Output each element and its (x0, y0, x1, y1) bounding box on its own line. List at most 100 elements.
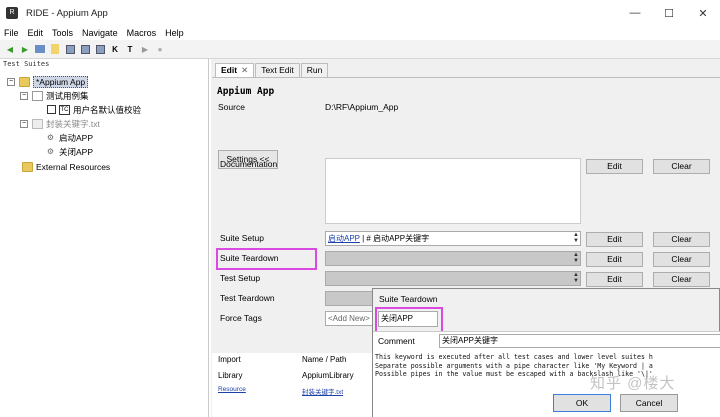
tab-text-edit[interactable]: Text Edit (255, 63, 300, 77)
suite-setup-label: Suite Setup (220, 233, 264, 243)
suite-name: Appium App (217, 86, 275, 97)
tests-t-icon[interactable]: T (124, 43, 136, 55)
spinner-icon[interactable]: ▲ ▼ (573, 232, 579, 244)
imports-header-import: Import (218, 355, 241, 364)
watermark: 知乎 @楼大 (590, 375, 676, 392)
collapse-toggle-icon[interactable]: − (20, 91, 28, 100)
tree-test-label: 用户名默认值校验 (73, 104, 142, 115)
highlight-box (216, 248, 317, 270)
imports-table: Import Name / Path Library AppiumLibrary… (212, 353, 372, 417)
menu-tools[interactable]: Tools (52, 28, 73, 38)
import-type-library[interactable]: Library (218, 371, 242, 380)
tree-root-label: *Appium App (33, 75, 89, 88)
panel-title: Test Suites (3, 60, 50, 68)
suite-file-icon (32, 90, 43, 101)
test-checkbox[interactable] (47, 105, 56, 114)
search-keywords-icon[interactable] (94, 43, 106, 55)
import-type-resource[interactable]: Resource (218, 386, 246, 393)
open-folder-icon[interactable] (34, 43, 46, 55)
tree-root-suite[interactable]: − *Appium App (7, 75, 89, 88)
documentation-edit-button[interactable]: Edit (586, 159, 643, 174)
imports-header-path: Name / Path (302, 355, 347, 364)
menu-help[interactable]: Help (165, 28, 184, 38)
tree-folder-label: 测试用例集 (46, 90, 89, 101)
keyword-k-icon[interactable]: K (109, 43, 121, 55)
save-all-icon[interactable] (79, 43, 91, 55)
source-value: D:\RF\Appium_App (325, 102, 399, 112)
tree-keyword-close[interactable]: ⚙ 关闭APP (45, 145, 93, 158)
toolbar: ◀ ▶ K T ▶ ● (0, 40, 720, 59)
tree-keyword-start[interactable]: ⚙ 启动APP (45, 131, 93, 144)
gear-icon: ⚙ (46, 147, 55, 156)
menu-macros[interactable]: Macros (127, 28, 157, 38)
minimize-button[interactable]: — (618, 0, 652, 26)
help-line: Separate possible arguments with a pipe … (375, 361, 653, 370)
collapse-toggle-icon[interactable]: − (7, 77, 15, 86)
tree-folder-testcases[interactable]: − 测试用例集 (20, 89, 89, 102)
suite-teardown-field[interactable]: ▲ ▼ (325, 251, 581, 266)
highlight-box (375, 307, 443, 333)
cancel-button[interactable]: Cancel (620, 394, 678, 412)
documentation-field[interactable] (325, 158, 581, 224)
save-icon[interactable] (64, 43, 76, 55)
folder-icon (19, 76, 30, 87)
forward-arrow-icon[interactable]: ▶ (19, 43, 31, 55)
documentation-label: Documentation (220, 159, 278, 169)
test-setup-label: Test Setup (220, 273, 261, 283)
suite-teardown-edit-button[interactable]: Edit (586, 252, 643, 267)
suite-setup-clear-button[interactable]: Clear (653, 232, 710, 247)
resource-file-icon (32, 118, 43, 129)
tree-resource-file[interactable]: − 封装关键字.txt (20, 117, 100, 130)
test-case-icon: TC (59, 104, 70, 115)
new-file-icon[interactable] (49, 43, 61, 55)
title-bar: R RIDE - Appium App — ☐ ✕ (0, 0, 720, 26)
comment-input[interactable]: 关闭APP关键字 (439, 334, 720, 348)
back-arrow-icon[interactable]: ◀ (4, 43, 16, 55)
maximize-button[interactable]: ☐ (652, 0, 686, 26)
tree-test-case[interactable]: TC 用户名默认值校验 (47, 103, 141, 116)
suite-teardown-clear-button[interactable]: Clear (653, 252, 710, 267)
tree-external-label: External Resources (36, 161, 111, 172)
suite-setup-args: | # 启动APP关键字 (359, 234, 430, 243)
tree-keyword-label: 启动APP (59, 132, 94, 143)
ride-app-icon: R (6, 7, 18, 19)
spinner-icon[interactable]: ▲ ▼ (573, 252, 579, 264)
run-icon[interactable]: ▶ (139, 43, 151, 55)
tree-keyword-label: 关闭APP (59, 146, 94, 157)
dialog-title: Suite Teardown (379, 294, 438, 304)
tree-external-resources[interactable]: External Resources (22, 160, 110, 173)
test-teardown-field[interactable] (325, 291, 373, 306)
test-setup-field[interactable]: ▲ ▼ (325, 271, 581, 286)
source-label: Source (218, 102, 245, 112)
import-path-library[interactable]: AppiumLibrary (302, 371, 354, 380)
suite-setup-field[interactable]: 启动APP | # 启动APP关键字 ▲ ▼ (325, 231, 581, 246)
tree-resource-label: 封装关键字.txt (46, 118, 100, 129)
ok-button[interactable]: OK (553, 394, 611, 412)
menu-bar: File Edit Tools Navigate Macros Help (0, 26, 720, 40)
menu-edit[interactable]: Edit (28, 28, 44, 38)
tab-edit[interactable]: Edit ✕ (215, 63, 255, 77)
stop-icon[interactable]: ● (154, 43, 166, 55)
test-suites-panel: Test Suites − *Appium App − 测试用例集 TC 用户名… (0, 59, 209, 417)
menu-file[interactable]: File (4, 28, 19, 38)
force-tags-field[interactable]: <Add New> (325, 311, 373, 326)
comment-label: Comment (378, 336, 415, 346)
gear-icon: ⚙ (46, 133, 55, 142)
test-teardown-label: Test Teardown (220, 293, 275, 303)
editor-tabs: Edit ✕ Text Edit Run (215, 63, 329, 77)
collapse-toggle-icon[interactable]: − (20, 119, 28, 128)
suite-teardown-dialog: Suite Teardown 关闭APP Comment 关闭APP关键字 Th… (372, 288, 720, 417)
test-setup-edit-button[interactable]: Edit (586, 272, 643, 287)
close-tab-icon[interactable]: ✕ (241, 65, 248, 75)
test-setup-clear-button[interactable]: Clear (653, 272, 710, 287)
close-button[interactable]: ✕ (686, 0, 720, 26)
import-path-resource[interactable]: 封装关键字.txt (302, 386, 343, 396)
suite-setup-edit-button[interactable]: Edit (586, 232, 643, 247)
force-tags-label: Force Tags (220, 313, 262, 323)
spinner-icon[interactable]: ▲ ▼ (573, 272, 579, 284)
help-line: This keyword is executed after all test … (375, 353, 653, 361)
documentation-clear-button[interactable]: Clear (653, 159, 710, 174)
menu-navigate[interactable]: Navigate (82, 28, 118, 38)
tab-run[interactable]: Run (300, 63, 329, 77)
suite-setup-keyword-link[interactable]: 启动APP (328, 234, 360, 243)
